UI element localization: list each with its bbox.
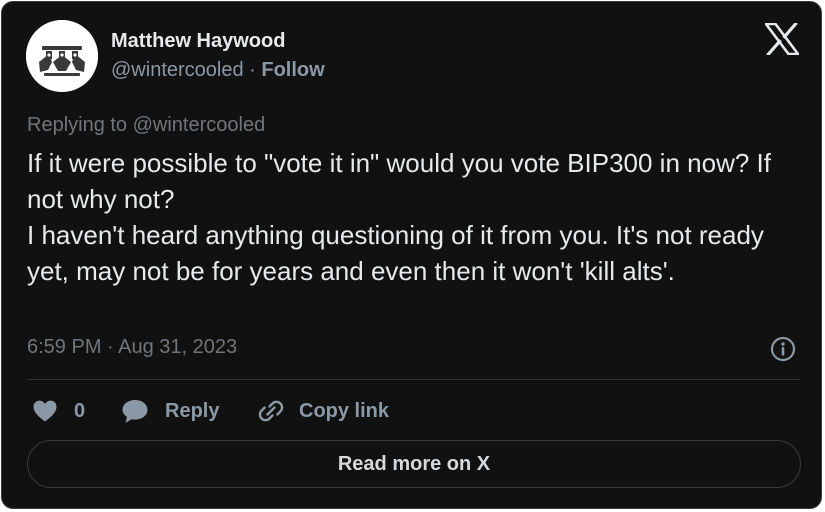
author-handle[interactable]: @wintercooled xyxy=(111,59,244,81)
tweet-text: If it were possible to "vote it in" woul… xyxy=(27,148,771,286)
copy-link-button[interactable]: Copy link xyxy=(257,395,389,427)
like-button[interactable]: 0 xyxy=(32,395,85,427)
link-icon xyxy=(257,397,285,425)
handle-separator: · xyxy=(243,59,262,81)
reply-button[interactable]: Reply xyxy=(121,395,219,427)
follow-button[interactable]: Follow xyxy=(261,59,324,81)
reply-context[interactable]: Replying to @wintercooled xyxy=(27,114,265,137)
like-count: 0 xyxy=(74,399,86,422)
author-name[interactable]: Matthew Haywood xyxy=(111,30,285,53)
copy-link-label: Copy link xyxy=(299,399,390,422)
avatar[interactable] xyxy=(26,20,98,92)
divider xyxy=(27,379,800,380)
x-logo-icon[interactable] xyxy=(764,21,800,57)
tweet-card: Matthew Haywood @wintercooled · Follow R… xyxy=(1,1,822,509)
speech-bubble-icon xyxy=(121,398,149,424)
info-icon[interactable] xyxy=(770,336,796,362)
avatar-image xyxy=(26,20,98,92)
read-more-button[interactable]: Read more on X xyxy=(27,440,801,488)
reply-label: Reply xyxy=(165,399,220,422)
author-meta: @wintercooled · Follow xyxy=(111,59,325,82)
heart-icon xyxy=(32,399,58,423)
timestamp[interactable]: 6:59 PM · Aug 31, 2023 xyxy=(27,336,237,359)
